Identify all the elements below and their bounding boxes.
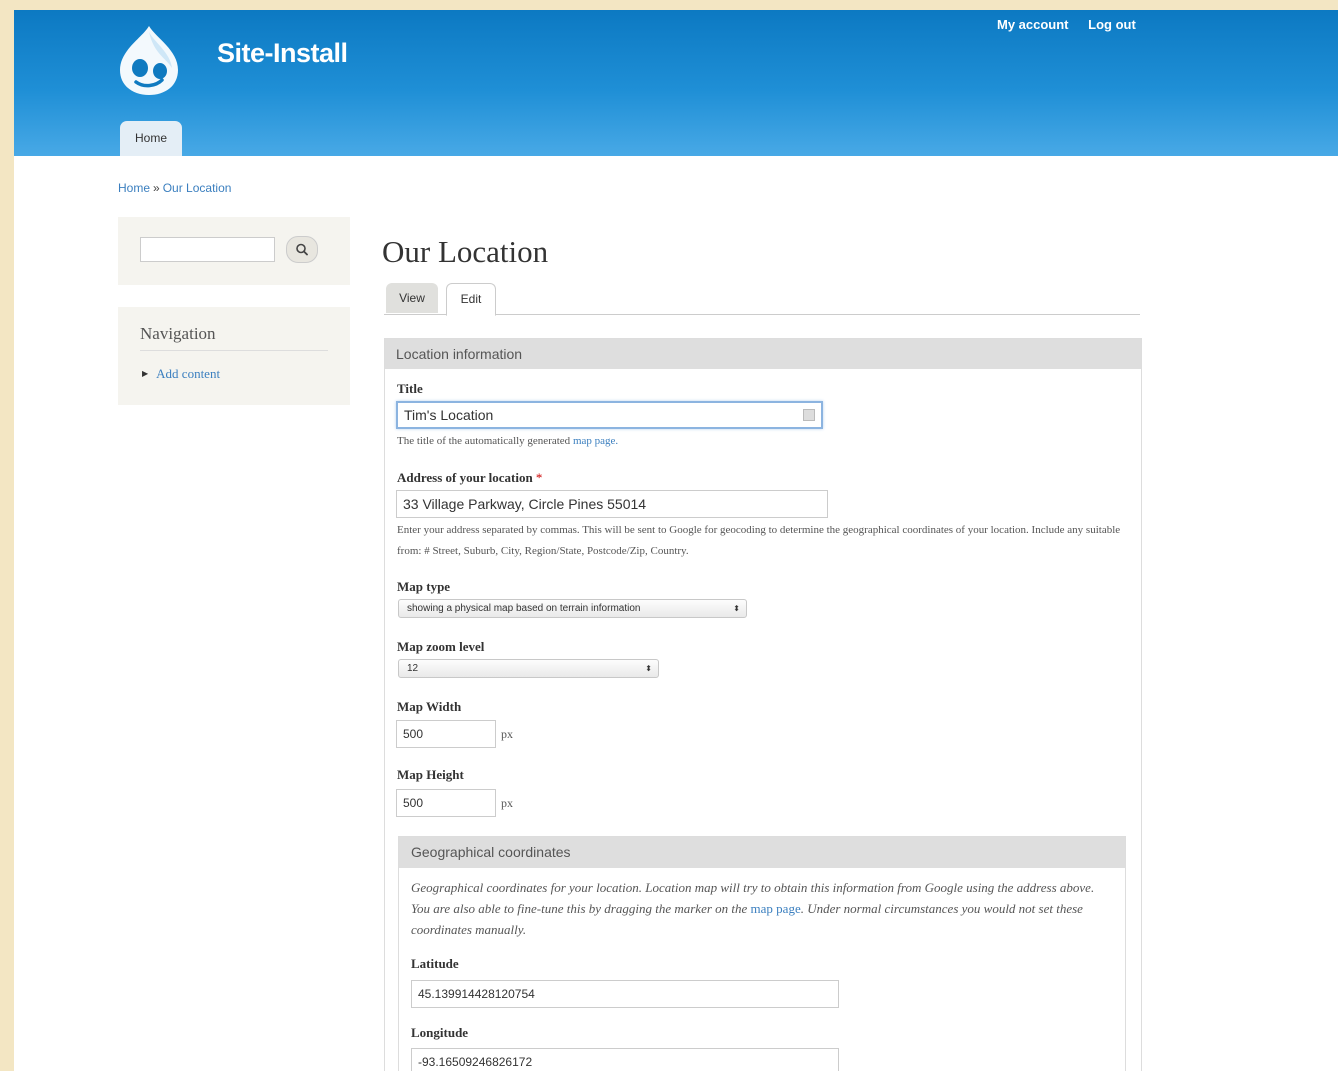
drupal-drop-icon[interactable] <box>114 24 184 96</box>
title-description-text: The title of the automatically generated <box>397 435 571 447</box>
navigation-divider <box>140 350 328 351</box>
site-name[interactable]: Site-Install <box>217 38 348 69</box>
select-arrows-icon: ⬍ <box>733 604 740 613</box>
clear-field-icon[interactable] <box>803 409 815 421</box>
map-width-field[interactable]: 500 <box>396 720 496 748</box>
geo-description: Geographical coordinates for your locati… <box>411 877 1101 940</box>
select-arrows-icon: ⬍ <box>645 664 652 673</box>
map-zoom-select[interactable]: 12 ⬍ <box>398 659 659 678</box>
longitude-field[interactable]: -93.16509246826172 <box>411 1048 839 1071</box>
search-button[interactable] <box>286 236 318 263</box>
geographical-coordinates-fieldset: Geographical coordinates Geographical co… <box>398 836 1126 1071</box>
map-width-unit: px <box>501 727 513 741</box>
log-out-link[interactable]: Log out <box>1088 17 1136 32</box>
local-tabs: View Edit <box>384 282 1140 316</box>
required-mark: * <box>535 470 543 485</box>
breadcrumb-current-link[interactable]: Our Location <box>163 181 232 195</box>
main-menu-home-tab[interactable]: Home <box>120 121 182 156</box>
tab-view[interactable]: View <box>386 283 438 313</box>
title-field[interactable]: Tim's Location <box>396 401 823 429</box>
breadcrumb-separator: » <box>153 181 160 195</box>
page: Site-Install My account Log out Home Hom… <box>14 10 1338 1071</box>
address-label: Address of your location * <box>397 470 542 486</box>
search-input[interactable] <box>140 237 275 262</box>
address-description: Enter your address separated by commas. … <box>397 524 1121 557</box>
breadcrumb: Home» Our Location <box>118 181 231 195</box>
location-information-fieldset: Location information Title Tim's Locatio… <box>384 338 1142 1071</box>
nav-item-label: Add content <box>156 366 221 381</box>
geo-legend[interactable]: Geographical coordinates <box>399 837 1125 868</box>
site-header: Site-Install My account Log out Home <box>14 10 1338 156</box>
map-type-label: Map type <box>397 579 451 594</box>
map-page-link[interactable]: map page. <box>573 435 618 447</box>
fieldset-legend[interactable]: Location information <box>385 339 1141 369</box>
address-field[interactable]: 33 Village Parkway, Circle Pines 55014 <box>396 490 828 518</box>
title-description: The title of the automatically generated… <box>397 431 618 452</box>
search-icon <box>296 243 308 256</box>
nav-item-add-content[interactable]: ▶ Add content <box>142 366 220 382</box>
title-label: Title <box>397 381 423 396</box>
map-type-selected: showing a physical map based on terrain … <box>407 603 641 614</box>
navigation-block: Navigation ▶ Add content <box>118 307 350 405</box>
bullet-icon: ▶ <box>142 369 149 378</box>
my-account-link[interactable]: My account <box>997 17 1069 32</box>
latitude-field[interactable]: 45.1399144281207​54 <box>411 980 839 1008</box>
title-field-value: Tim's Location <box>404 407 494 423</box>
map-zoom-label: Map zoom level <box>397 639 485 654</box>
page-title: Our Location <box>382 234 549 269</box>
user-menu: My account Log out <box>997 17 1152 32</box>
address-label-text: Address of your location <box>397 470 533 485</box>
map-height-field[interactable]: 500 <box>396 789 496 817</box>
map-type-select[interactable]: showing a physical map based on terrain … <box>398 599 747 618</box>
map-zoom-selected: 12 <box>407 663 419 674</box>
map-width-label: Map Width <box>397 699 462 714</box>
tab-edit[interactable]: Edit <box>446 283 496 316</box>
latitude-label: Latitude <box>411 956 459 971</box>
search-block <box>118 217 350 285</box>
geo-map-page-link[interactable]: map page <box>751 901 801 916</box>
breadcrumb-home-link[interactable]: Home <box>118 181 150 195</box>
map-height-unit: px <box>501 796 513 810</box>
map-height-label: Map Height <box>397 767 464 782</box>
navigation-title: Navigation <box>140 324 216 343</box>
longitude-label: Longitude <box>411 1025 469 1040</box>
